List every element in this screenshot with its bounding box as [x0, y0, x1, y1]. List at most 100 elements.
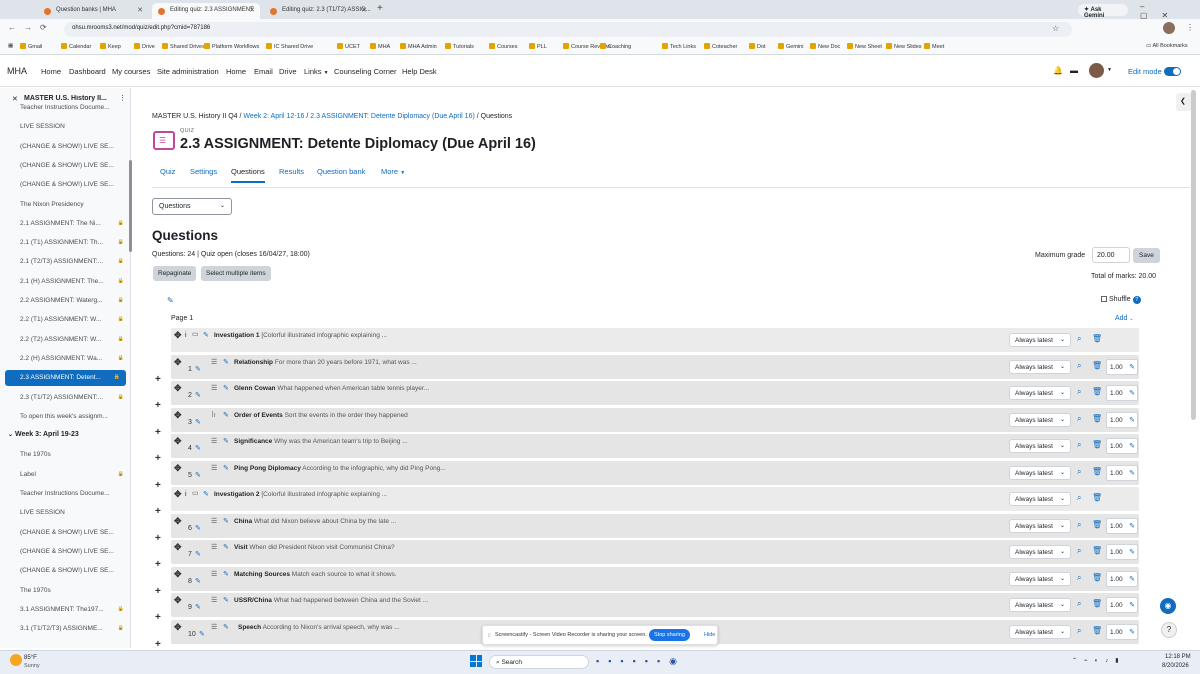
drawer-item[interactable]: (CHANGE & SHOW!) LIVE SE...	[20, 567, 124, 574]
preview-magnifier-icon[interactable]: ⌕	[1077, 467, 1081, 477]
edit-pencil-icon[interactable]: ✎	[1129, 469, 1135, 477]
delete-trash-icon[interactable]: 🗑	[1092, 573, 1102, 582]
new-tab-icon[interactable]: +	[377, 3, 383, 14]
max-mark-field[interactable]: 1.00 ✎	[1106, 544, 1138, 560]
taskbar-search[interactable]: ⌕ Search	[489, 655, 589, 669]
bookmark-item[interactable]: Drive	[134, 43, 155, 50]
question-text[interactable]: Relationship For more than 20 years befo…	[234, 359, 417, 366]
help-question-icon[interactable]: ?	[1161, 622, 1177, 638]
edit-pencil-icon[interactable]: ✎	[223, 570, 229, 578]
edit-pencil-icon[interactable]: ✎	[223, 437, 229, 445]
max-mark-field[interactable]: 1.00 ✎	[1106, 597, 1138, 613]
drawer-item[interactable]: 2.2 ASSIGNMENT: Waterg... 🔒	[20, 297, 124, 304]
add-between-icon[interactable]: +	[155, 506, 161, 517]
accessibility-icon[interactable]: ◉	[1160, 598, 1176, 614]
edit-pencil-icon[interactable]: ✎	[223, 623, 229, 631]
shuffle-control[interactable]: Shuffle ?	[1101, 296, 1141, 304]
nav-drive[interactable]: Drive	[279, 67, 297, 76]
edit-number-pencil-icon[interactable]: ✎	[195, 444, 201, 452]
edit-pencil-icon[interactable]: ✎	[223, 411, 229, 419]
move-icon[interactable]: ✥	[174, 542, 182, 553]
move-icon[interactable]: ✥	[174, 489, 182, 500]
nav-dashboard[interactable]: Dashboard	[69, 67, 106, 76]
close-drawer-icon[interactable]: ✕	[12, 95, 18, 103]
edit-mode-toggle[interactable]	[1164, 67, 1181, 76]
drawer-section-week3[interactable]: ⌄ Week 3: April 19-23	[8, 431, 79, 438]
question-text[interactable]: Significance Why was the American team's…	[234, 438, 408, 445]
move-icon[interactable]: ✥	[174, 569, 182, 580]
drawer-item[interactable]: 2.2 (H) ASSIGNMENT: Wa... 🔒	[20, 355, 124, 362]
bookmark-item[interactable]: Courses	[489, 43, 517, 50]
windows-start-icon[interactable]	[470, 655, 482, 667]
preview-magnifier-icon[interactable]: ⌕	[1077, 493, 1081, 503]
bookmark-item[interactable]: New Slides	[886, 43, 922, 50]
max-grade-input[interactable]: 20.00	[1092, 247, 1130, 263]
version-select[interactable]: Always latest ⌄	[1009, 625, 1071, 639]
drawer-item[interactable]: (CHANGE & SHOW!) LIVE SE...	[20, 529, 124, 536]
tab-results[interactable]: Results	[279, 167, 304, 176]
drawer-item[interactable]: The 1970s	[20, 451, 124, 458]
edit-number-pencil-icon[interactable]: ✎	[199, 630, 205, 638]
bookmark-item[interactable]: Gmail	[20, 43, 42, 50]
nav-links[interactable]: Links ▼	[304, 67, 329, 76]
breadcrumb-item[interactable]: Week 2: April 12-16	[243, 113, 304, 120]
nav-site-administration[interactable]: Site administration	[157, 67, 219, 76]
nav-home[interactable]: Home	[41, 67, 61, 76]
preview-magnifier-icon[interactable]: ⌕	[1077, 626, 1081, 636]
edit-number-pencil-icon[interactable]: ✎	[195, 577, 201, 585]
question-text[interactable]: Order of Events Sort the events in the o…	[234, 412, 408, 419]
site-brand[interactable]: MHA	[7, 66, 27, 76]
move-icon[interactable]: ✥	[174, 516, 182, 527]
edit-pencil-icon[interactable]: ✎	[223, 358, 229, 366]
add-between-icon[interactable]: +	[155, 639, 161, 650]
add-between-icon[interactable]: +	[155, 453, 161, 464]
edit-number-pencil-icon[interactable]: ✎	[195, 524, 201, 532]
question-text[interactable]: Glenn Cowan What happened when American …	[234, 385, 429, 392]
drawer-item[interactable]: LIVE SESSION	[20, 509, 124, 516]
open-block-drawer-icon[interactable]: ❮	[1176, 93, 1192, 111]
star-icon[interactable]: ☆	[1052, 24, 1059, 33]
move-icon[interactable]: ✥	[174, 595, 182, 606]
questions-select[interactable]: Questions ⌄	[152, 198, 232, 215]
max-mark-field[interactable]: 1.00 ✎	[1106, 385, 1138, 401]
tab-settings[interactable]: Settings	[190, 167, 217, 176]
breadcrumb-item[interactable]: MASTER U.S. History II Q4	[152, 113, 238, 120]
edit-pencil-icon[interactable]: ✎	[203, 331, 209, 339]
edit-pencil-icon[interactable]: ✎	[223, 517, 229, 525]
repaginate-button[interactable]: Repaginate	[153, 266, 197, 281]
add-menu[interactable]: Add ⌄	[1115, 315, 1134, 322]
bookmark-item[interactable]: Gemini	[778, 43, 803, 50]
add-between-icon[interactable]: +	[155, 559, 161, 570]
bookmark-item[interactable]: Keep	[100, 43, 121, 50]
max-mark-field[interactable]: 1.00 ✎	[1106, 518, 1138, 534]
bookmark-item[interactable]: PLL	[529, 43, 547, 50]
drawer-item[interactable]: 2.2 (T2) ASSIGNMENT: W... 🔒	[20, 336, 124, 343]
close-icon[interactable]: ✕	[137, 6, 143, 14]
drawer-scrollbar[interactable]	[129, 160, 132, 252]
drawer-item[interactable]: (CHANGE & SHOW!) LIVE SE...	[20, 548, 124, 555]
browser-tab[interactable]: Question banks | MHA ✕	[38, 3, 148, 19]
help-icon[interactable]: ?	[1132, 296, 1141, 304]
version-select[interactable]: Always latest ⌄	[1009, 360, 1071, 374]
drawer-item[interactable]: (CHANGE & SHOW!) LIVE SE...	[20, 162, 124, 169]
max-mark-field[interactable]: 1.00 ✎	[1106, 571, 1138, 587]
edit-pencil-icon[interactable]: ✎	[1129, 416, 1135, 424]
preview-magnifier-icon[interactable]: ⌕	[1077, 361, 1081, 371]
edit-pencil-icon[interactable]: ✎	[1129, 548, 1135, 556]
move-icon[interactable]: ✥	[174, 383, 182, 394]
drawer-item[interactable]: 3.1 ASSIGNMENT: The197... 🔒	[20, 606, 124, 613]
edit-number-pencil-icon[interactable]: ✎	[195, 365, 201, 373]
user-avatar[interactable]	[1089, 63, 1104, 78]
move-icon[interactable]: ✥	[174, 410, 182, 421]
version-select[interactable]: Always latest ⌄	[1009, 572, 1071, 586]
profile-avatar-icon[interactable]	[1163, 22, 1175, 34]
delete-trash-icon[interactable]: 🗑	[1092, 440, 1102, 449]
bookmark-item[interactable]: Coaching	[600, 43, 631, 50]
version-select[interactable]: Always latest ⌄	[1009, 413, 1071, 427]
drawer-item[interactable]: The Nixon Presidency	[20, 201, 124, 208]
bookmark-item[interactable]: MHA Admin	[400, 43, 437, 50]
question-text[interactable]: USSR/China What had happened between Chi…	[234, 597, 428, 604]
bookmark-item[interactable]: Tutorials	[445, 43, 474, 50]
tab-more[interactable]: More ▼	[381, 167, 405, 176]
drawer-item[interactable]: 3.1 (T1/T2/T3) ASSIGNME... 🔒	[20, 625, 124, 632]
